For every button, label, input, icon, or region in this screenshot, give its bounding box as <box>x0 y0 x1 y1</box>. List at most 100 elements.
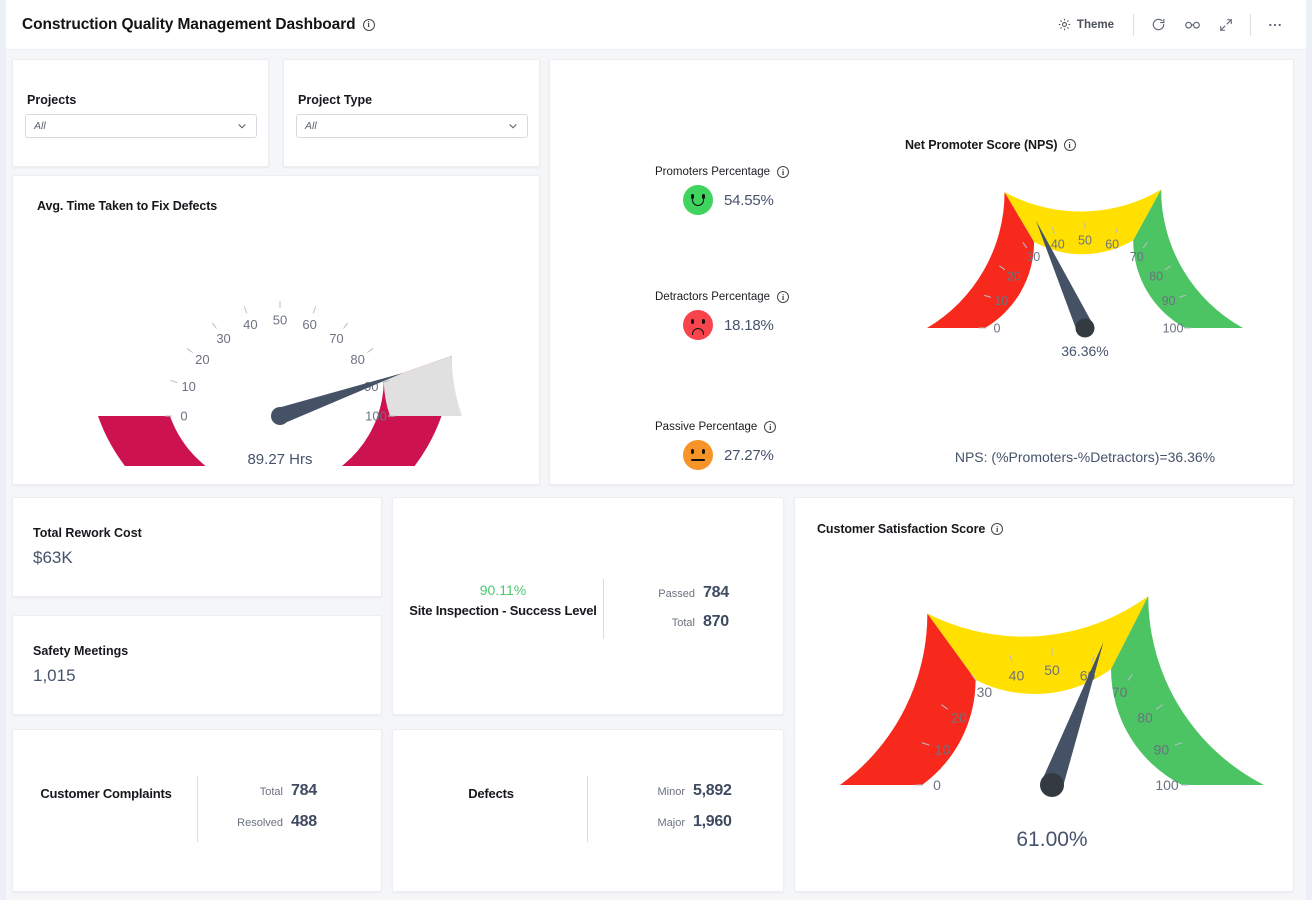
info-icon[interactable]: i <box>764 421 777 433</box>
avg-fix-time-title-text: Avg. Time Taken to Fix Defects <box>37 199 218 213</box>
defects-summary: Defects <box>393 786 589 801</box>
svg-text:20: 20 <box>195 352 209 367</box>
project-type-filter-card: Project Type All <box>283 59 540 167</box>
site-inspection-percent: 90.11% <box>479 582 527 598</box>
info-icon[interactable]: i <box>777 291 790 303</box>
customer-complaints-summary: Customer Complaints <box>13 786 199 801</box>
info-icon[interactable]: i <box>1063 139 1076 151</box>
svg-text:60: 60 <box>302 317 316 332</box>
svg-text:50: 50 <box>1078 233 1092 247</box>
nps-gauge-svg: 0 10 20 30 40 50 60 70 80 90 100 <box>927 189 1243 338</box>
toolbar-divider-1 <box>1133 13 1134 36</box>
dashboard-canvas: Projects All Project Type All Avg. Time … <box>6 50 1306 900</box>
svg-text:100: 100 <box>1155 777 1179 793</box>
metric-value: 1,960 <box>693 813 732 830</box>
metric-value: 784 <box>291 782 317 799</box>
app-header: Construction Quality Management Dashboar… <box>6 0 1306 50</box>
divider <box>587 776 588 842</box>
customer-complaints-card: Customer Complaints Total 784 Resolved 4… <box>12 729 382 892</box>
defects-name: Defects <box>468 786 514 801</box>
customer-complaints-name: Customer Complaints <box>40 786 172 801</box>
glasses-icon <box>1184 21 1200 29</box>
svg-text:30: 30 <box>1026 250 1040 264</box>
detractors-kpi-label-row: Detractors Percentage i <box>655 291 790 303</box>
svg-text:70: 70 <box>1130 250 1144 264</box>
svg-text:50: 50 <box>273 313 287 328</box>
metric-value: 870 <box>703 613 729 630</box>
site-inspection-metrics: Passed 784 Total 870 <box>625 584 755 631</box>
passive-kpi: Passive Percentage i 27.27% <box>655 421 777 470</box>
promoters-kpi: Promoters Percentage i 54.55% <box>655 166 790 215</box>
total-rework-cost-value: $63K <box>33 548 73 567</box>
project-type-select-value: All <box>305 120 317 132</box>
metric-value: 784 <box>703 584 729 601</box>
svg-text:40: 40 <box>243 317 257 332</box>
metric-key: Total <box>259 786 283 798</box>
safety-meetings-value: 1,015 <box>33 666 76 685</box>
svg-text:0: 0 <box>180 409 187 424</box>
neutral-face-icon <box>683 440 713 470</box>
detractors-kpi-value: 18.18% <box>724 316 774 334</box>
refresh-button[interactable] <box>1141 10 1175 40</box>
projects-select-value: All <box>34 120 46 132</box>
customer-satisfaction-card: Customer Satisfaction Score i 0 10 20 30 40 5… <box>794 497 1294 892</box>
safety-meetings-label: Safety Meetings <box>33 644 129 658</box>
metric-row: Total 784 <box>213 782 343 800</box>
metric-value: 488 <box>291 813 317 830</box>
refresh-icon <box>1152 18 1164 31</box>
promoters-kpi-value: 54.55% <box>724 191 774 209</box>
svg-text:80: 80 <box>350 352 364 367</box>
metric-row: Total 870 <box>625 613 755 631</box>
info-icon[interactable]: i <box>777 166 790 178</box>
svg-text:20: 20 <box>1007 270 1021 284</box>
nps-panel-card: Net Promoter Score (NPS) i Promoters Per… <box>549 59 1294 485</box>
svg-text:50: 50 <box>1044 662 1060 678</box>
customer-satisfaction-gauge: 0 10 20 30 40 50 60 70 80 90 100 <box>817 553 1287 843</box>
customer-satisfaction-value: 61.00% <box>1016 828 1088 851</box>
svg-text:30: 30 <box>216 331 230 346</box>
customer-satisfaction-gauge-svg: 010203040 50 60708090100 <box>840 596 1264 797</box>
metric-key: Total <box>671 617 695 629</box>
divider <box>603 579 604 639</box>
svg-text:40: 40 <box>1051 238 1065 252</box>
chevron-down-icon <box>236 120 248 132</box>
svg-text:100: 100 <box>365 409 387 424</box>
project-type-select[interactable]: All <box>296 114 528 138</box>
metric-value: 5,892 <box>693 782 732 799</box>
customer-complaints-metrics: Total 784 Resolved 488 <box>213 782 343 831</box>
more-options-button[interactable] <box>1258 10 1292 40</box>
site-inspection-summary: 90.11% Site Inspection - Success Level <box>393 582 613 618</box>
svg-text:70: 70 <box>329 331 343 346</box>
customer-satisfaction-title: Customer Satisfaction Score i <box>817 522 1004 536</box>
metric-key: Minor <box>657 786 685 798</box>
customer-satisfaction-title-text: Customer Satisfaction Score <box>817 522 986 536</box>
divider <box>197 776 198 842</box>
nps-gauge-title-text: Net Promoter Score (NPS) <box>905 138 1058 152</box>
header-toolbar: Theme <box>1046 10 1306 40</box>
passive-kpi-row: 27.27% <box>655 440 776 470</box>
svg-text:30: 30 <box>977 684 993 700</box>
total-rework-cost-label: Total Rework Cost <box>33 526 142 540</box>
expand-icon <box>1220 18 1232 31</box>
svg-text:0: 0 <box>994 321 1001 335</box>
theme-button[interactable]: Theme <box>1046 10 1126 40</box>
nps-gauge-value: 36.36% <box>1061 343 1109 359</box>
theme-label: Theme <box>1076 18 1114 31</box>
nps-formula: NPS: (%Promoters-%Detractors)=36.36% <box>954 449 1216 465</box>
metric-row: Resolved 488 <box>213 813 343 831</box>
svg-text:100: 100 <box>1163 321 1184 335</box>
avg-fix-time-card: Avg. Time Taken to Fix Defects 0 10 20 30 40… <box>12 175 540 538</box>
nps-gauge-title: Net Promoter Score (NPS) i <box>905 138 1076 152</box>
info-icon[interactable]: i <box>991 523 1004 535</box>
promoters-kpi-label: Promoters Percentage <box>655 166 771 178</box>
defects-metrics: Minor 5,892 Major 1,960 <box>605 782 745 831</box>
view-button[interactable] <box>1175 10 1209 40</box>
projects-select[interactable]: All <box>25 114 257 138</box>
expand-button[interactable] <box>1209 10 1243 40</box>
svg-text:20: 20 <box>951 709 967 725</box>
avg-fix-time-gauge: 0 10 20 30 40 50 60 70 80 90 100 <box>95 216 465 538</box>
svg-text:70: 70 <box>1112 684 1128 700</box>
avg-fix-time-value: 89.27 Hrs <box>247 451 313 468</box>
info-icon[interactable]: i <box>362 18 375 31</box>
frowning-face-icon <box>683 310 713 340</box>
